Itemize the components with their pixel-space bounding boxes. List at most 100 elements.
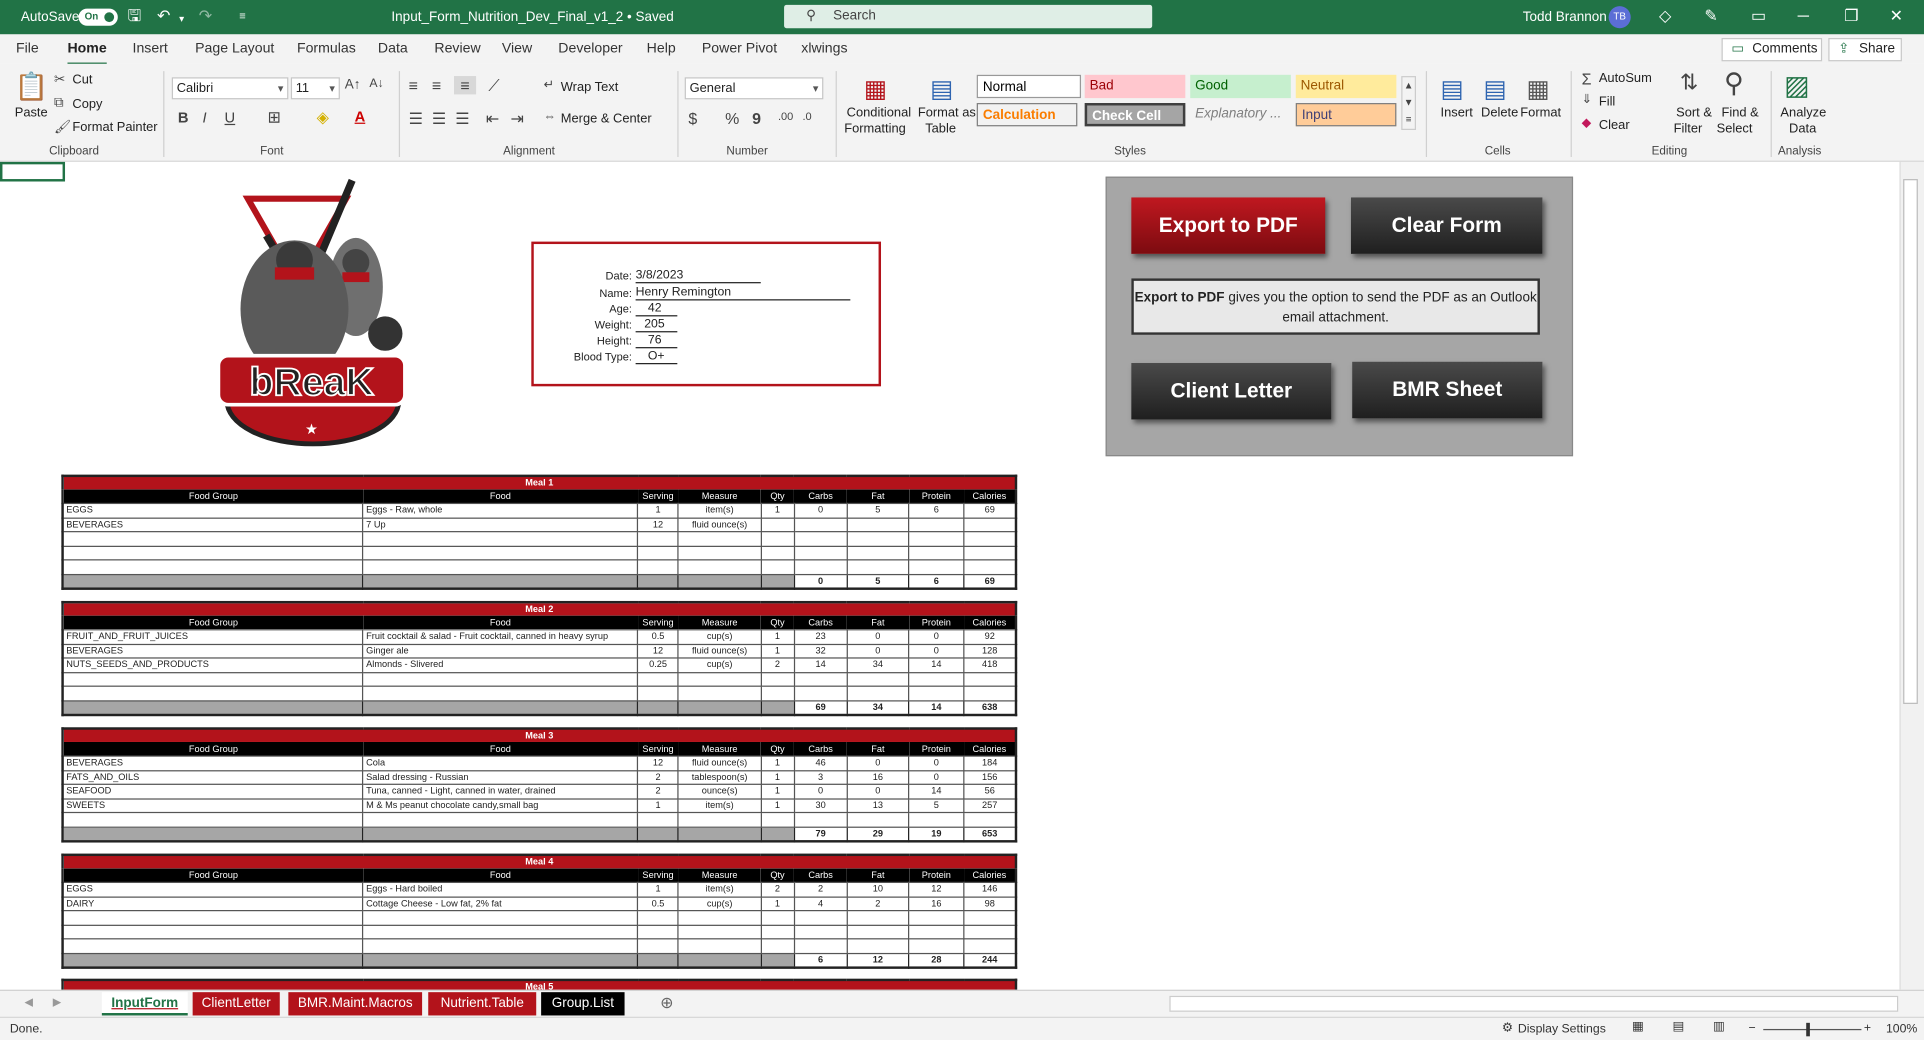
display-settings-icon[interactable]: ⚙	[1502, 1022, 1513, 1035]
table-cell[interactable]: 2	[793, 881, 848, 898]
copy-button[interactable]: Copy	[72, 97, 102, 112]
table-cell[interactable]	[61, 924, 364, 940]
minimize-icon[interactable]: ─	[1798, 7, 1809, 24]
insert-cells-icon[interactable]: ▤	[1441, 74, 1464, 105]
style-input[interactable]: Input	[1295, 103, 1397, 127]
table-cell[interactable]: 1	[760, 769, 795, 785]
table-cell[interactable]: EGGS	[61, 502, 364, 519]
table-cell[interactable]	[637, 685, 679, 701]
tab-xlwings[interactable]: xlwings	[801, 42, 847, 57]
table-cell[interactable]	[793, 938, 848, 954]
table-cell[interactable]: 10	[846, 881, 910, 898]
number-format-select[interactable]: General	[684, 77, 824, 100]
format-cells-icon[interactable]: ▦	[1526, 74, 1549, 105]
zoom-in-icon[interactable]: +	[1864, 1022, 1871, 1035]
table-cell[interactable]: 1	[637, 797, 679, 814]
autosum-button[interactable]: AutoSum	[1599, 71, 1652, 86]
table-cell[interactable]	[908, 811, 965, 828]
undo-dropdown-icon[interactable]: ▾	[179, 11, 184, 28]
analyze-data-label[interactable]: Analyze	[1780, 105, 1826, 120]
table-cell[interactable]	[760, 516, 795, 533]
align-top-icon[interactable]: ≡	[409, 76, 418, 94]
file-title[interactable]: Input_Form_Nutrition_Dev_Final_v1_2 • Sa…	[391, 10, 673, 25]
table-cell[interactable]	[908, 924, 965, 940]
table-cell[interactable]	[908, 559, 965, 575]
increase-decimal-icon[interactable]: .00	[778, 110, 793, 122]
format-painter-icon[interactable]: 🖌	[54, 119, 71, 135]
table-cell[interactable]: Eggs - Raw, whole	[362, 502, 639, 519]
style-normal[interactable]: Normal	[976, 74, 1082, 99]
table-cell[interactable]: 12	[908, 881, 965, 898]
blood-type-field[interactable]: O+	[635, 350, 678, 365]
table-cell[interactable]: 46	[793, 755, 848, 771]
table-cell[interactable]	[61, 685, 364, 701]
table-cell[interactable]: 12	[637, 516, 679, 533]
table-cell[interactable]: 2	[637, 783, 679, 799]
comma-icon[interactable]: 9	[752, 109, 761, 127]
percent-icon[interactable]: %	[725, 109, 739, 127]
table-cell[interactable]: 12	[637, 643, 679, 659]
table-cell[interactable]	[846, 671, 910, 687]
table-cell[interactable]	[362, 671, 639, 687]
normal-view-icon[interactable]: ▦	[1632, 1020, 1644, 1033]
clear-icon[interactable]: ◆	[1582, 117, 1591, 130]
tab-review[interactable]: Review	[434, 42, 480, 57]
table-cell[interactable]: tablespoon(s)	[677, 769, 762, 785]
table-cell[interactable]: 1	[760, 895, 795, 912]
table-cell[interactable]	[908, 545, 965, 561]
table-cell[interactable]: 0.5	[637, 895, 679, 912]
table-cell[interactable]: 0	[908, 643, 965, 659]
table-cell[interactable]	[760, 671, 795, 687]
style-calculation[interactable]: Calculation	[976, 103, 1078, 127]
table-cell[interactable]: 418	[963, 657, 1017, 673]
style-check-cell[interactable]: Check Cell	[1084, 103, 1186, 127]
table-cell[interactable]	[61, 531, 364, 547]
table-cell[interactable]: Eggs - Hard boiled	[362, 881, 639, 898]
analyze-data-icon[interactable]: ▨	[1784, 70, 1810, 102]
table-cell[interactable]: BEVERAGES	[61, 755, 364, 771]
table-cell[interactable]: ounce(s)	[677, 783, 762, 799]
sheet-tab-clientletter[interactable]: ClientLetter	[192, 992, 280, 1016]
table-cell[interactable]	[362, 531, 639, 547]
format-as-table-icon[interactable]: ▤	[930, 74, 953, 105]
table-cell[interactable]: 5	[908, 797, 965, 814]
page-layout-view-icon[interactable]: ▤	[1672, 1020, 1684, 1033]
sheet-tab-grouplist[interactable]: Group.List	[541, 992, 625, 1016]
table-cell[interactable]: 0	[846, 783, 910, 799]
analyze-data-label2[interactable]: Data	[1789, 121, 1816, 136]
table-cell[interactable]: 0	[793, 783, 848, 799]
table-cell[interactable]	[963, 910, 1017, 926]
table-cell[interactable]	[846, 910, 910, 926]
decrease-decimal-icon[interactable]: .0	[802, 110, 811, 122]
table-cell[interactable]	[677, 545, 762, 561]
table-cell[interactable]	[846, 516, 910, 533]
table-cell[interactable]	[362, 910, 639, 926]
table-cell[interactable]	[677, 924, 762, 940]
table-cell[interactable]	[760, 811, 795, 828]
table-cell[interactable]	[793, 559, 848, 575]
fill-color-icon[interactable]: ◈	[317, 108, 329, 128]
table-cell[interactable]	[760, 531, 795, 547]
tab-power-pivot[interactable]: Power Pivot	[702, 42, 777, 57]
table-cell[interactable]	[61, 910, 364, 926]
tab-formulas[interactable]: Formulas	[297, 42, 356, 57]
table-cell[interactable]	[846, 545, 910, 561]
table-cell[interactable]: 0	[846, 755, 910, 771]
table-cell[interactable]	[362, 938, 639, 954]
vertical-scroll-thumb[interactable]	[1903, 179, 1918, 704]
table-cell[interactable]: FATS_AND_OILS	[61, 769, 364, 785]
table-cell[interactable]	[963, 685, 1017, 701]
age-field[interactable]: 42	[635, 302, 678, 317]
table-cell[interactable]: 34	[846, 657, 910, 673]
table-cell[interactable]	[61, 811, 364, 828]
sort-filter-label[interactable]: Sort &	[1676, 105, 1712, 120]
table-cell[interactable]	[908, 910, 965, 926]
table-cell[interactable]: fluid ounce(s)	[677, 643, 762, 659]
table-cell[interactable]: 92	[963, 629, 1017, 645]
table-cell[interactable]: 128	[963, 643, 1017, 659]
find-select-label2[interactable]: Select	[1717, 121, 1753, 136]
table-cell[interactable]	[846, 811, 910, 828]
redo-icon[interactable]: ↷	[199, 7, 212, 24]
table-cell[interactable]	[908, 531, 965, 547]
table-cell[interactable]	[793, 685, 848, 701]
